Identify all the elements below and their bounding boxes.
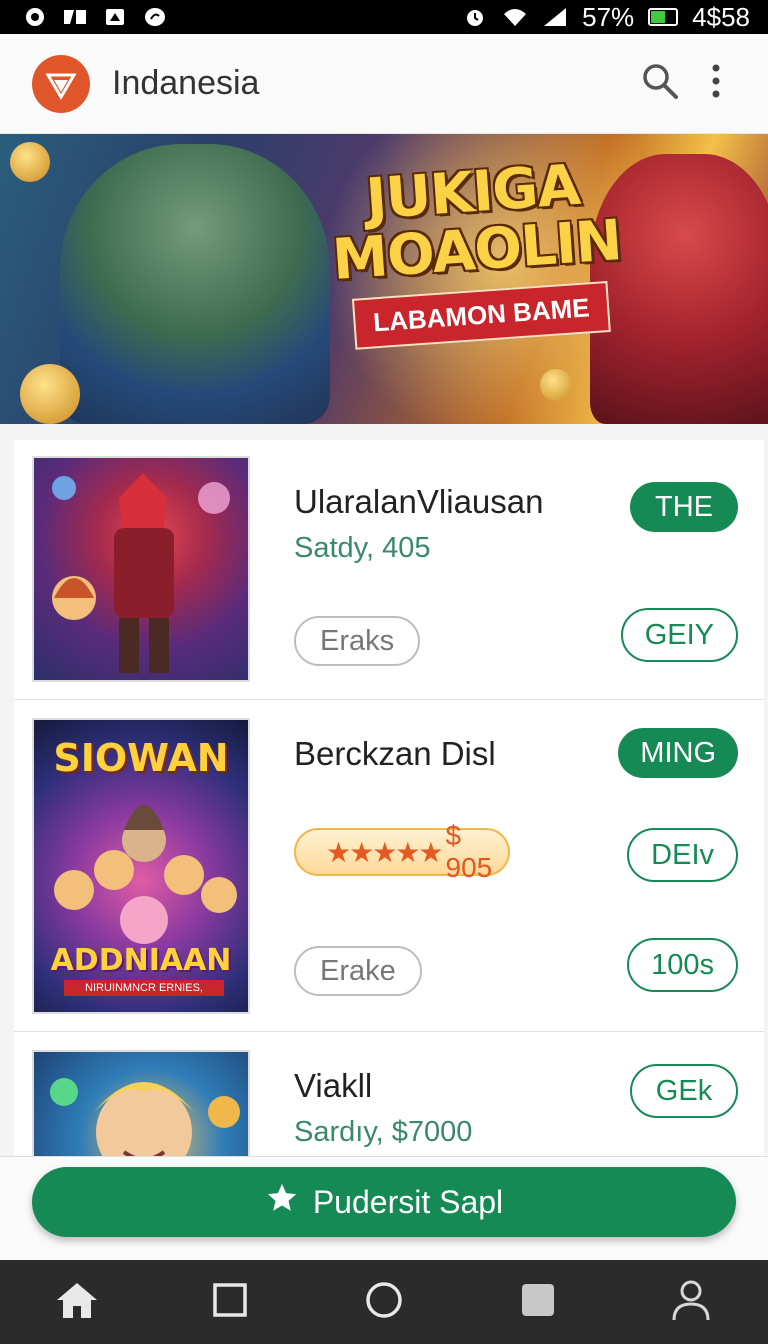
battery-level-fill bbox=[651, 11, 666, 23]
banner-coin bbox=[20, 364, 80, 424]
primary-button[interactable]: Pudersit Sapl bbox=[32, 1167, 736, 1237]
app-icon-2 bbox=[62, 6, 88, 28]
signal-icon bbox=[542, 6, 568, 28]
banner-coin bbox=[540, 369, 572, 401]
wifi-icon bbox=[502, 6, 528, 28]
home-icon bbox=[55, 1280, 99, 1325]
nav-apps[interactable] bbox=[498, 1262, 578, 1342]
status-bar: 57% 4$58 bbox=[0, 0, 768, 34]
square-icon bbox=[212, 1282, 248, 1323]
item-secondary-button[interactable]: 100s bbox=[627, 938, 738, 992]
battery-icon bbox=[648, 8, 679, 26]
status-left bbox=[22, 6, 168, 28]
item-title[interactable]: UlaralanVliausan bbox=[294, 482, 543, 522]
rating-text: $ 905 bbox=[445, 820, 493, 883]
banner-text-block: JUKIGA MOAOLIN LABAMON BAME bbox=[316, 153, 638, 351]
item-tag[interactable]: Erake bbox=[294, 946, 422, 996]
nav-home[interactable] bbox=[37, 1262, 117, 1342]
banner-coin bbox=[10, 142, 50, 182]
status-right: 57% 4$58 bbox=[462, 2, 750, 33]
game-list: UlaralanVliausan Satdy, 405 Eraks THE GE… bbox=[14, 440, 764, 1156]
search-button[interactable] bbox=[632, 56, 688, 112]
item-action-button[interactable]: GEk bbox=[630, 1064, 738, 1118]
person-icon bbox=[671, 1278, 711, 1327]
item-badge[interactable]: THE bbox=[630, 482, 738, 532]
rating-badge: ★★★★★ $ 905 bbox=[294, 820, 510, 883]
nav-recents[interactable] bbox=[190, 1262, 270, 1342]
star-icon bbox=[265, 1181, 299, 1223]
app-icon-4 bbox=[142, 6, 168, 28]
more-vert-icon bbox=[711, 63, 721, 104]
battery-percent: 57% bbox=[582, 1, 635, 32]
brand-logo-icon[interactable] bbox=[32, 54, 90, 113]
item-title[interactable]: Viakll bbox=[294, 1066, 372, 1106]
search-icon bbox=[641, 62, 679, 105]
game-thumbnail[interactable] bbox=[32, 1050, 250, 1156]
clock: 4$58 bbox=[692, 1, 750, 32]
item-action-button[interactable]: DEIv bbox=[627, 828, 738, 882]
list-item[interactable]: Viakll Sardıy, $7000 GEk bbox=[14, 1032, 764, 1156]
app-icon-3 bbox=[102, 6, 128, 28]
thumbnail-ribbon: NIRUINMNCR ERNIES, bbox=[64, 980, 224, 996]
app-icon-1 bbox=[22, 6, 48, 28]
alarm-icon bbox=[462, 6, 488, 28]
thumbnail-art bbox=[52, 473, 230, 673]
item-tag[interactable]: Eraks bbox=[294, 616, 421, 666]
list-item[interactable]: SIOWAN ADDNIAAN NIRUINMNCR ERNIES, Berck… bbox=[14, 700, 764, 1032]
game-thumbnail[interactable]: SIOWAN ADDNIAAN NIRUINMNCR ERNIES, bbox=[32, 718, 250, 1014]
item-subtitle: Sardıy, $7000 bbox=[294, 1116, 473, 1148]
primary-button-label: Pudersit Sapl bbox=[312, 1183, 504, 1220]
banner-character-left bbox=[60, 144, 330, 424]
thumbnail-subtitle: ADDNIAAN bbox=[50, 943, 232, 978]
app-screen: 57% 4$58 Indanesia JUKIGA MOAOLIN LABAMO… bbox=[0, 0, 768, 1344]
thumbnail-art bbox=[50, 1078, 240, 1156]
item-badge[interactable]: MING bbox=[618, 728, 738, 778]
rating-stars: ★★★★★ bbox=[326, 836, 444, 868]
nav-profile[interactable] bbox=[651, 1262, 731, 1342]
app-title: Indanesia bbox=[112, 64, 260, 102]
item-subtitle: Satdy, 405 bbox=[294, 532, 431, 564]
primary-action-area: Pudersit Sapl bbox=[0, 1156, 768, 1260]
item-action-button[interactable]: GEIY bbox=[620, 608, 738, 662]
bottom-navigation bbox=[0, 1260, 768, 1344]
app-bar: Indanesia bbox=[0, 34, 768, 134]
circle-icon bbox=[365, 1281, 403, 1324]
list-item[interactable]: UlaralanVliausan Satdy, 405 Eraks THE GE… bbox=[14, 440, 764, 700]
promo-banner[interactable]: JUKIGA MOAOLIN LABAMON BAME bbox=[0, 134, 768, 424]
filled-square-icon bbox=[521, 1283, 555, 1322]
item-title[interactable]: Berckzan Disl bbox=[294, 734, 594, 774]
game-thumbnail[interactable] bbox=[32, 456, 250, 682]
nav-home-circle[interactable] bbox=[344, 1262, 424, 1342]
more-button[interactable] bbox=[688, 56, 744, 112]
